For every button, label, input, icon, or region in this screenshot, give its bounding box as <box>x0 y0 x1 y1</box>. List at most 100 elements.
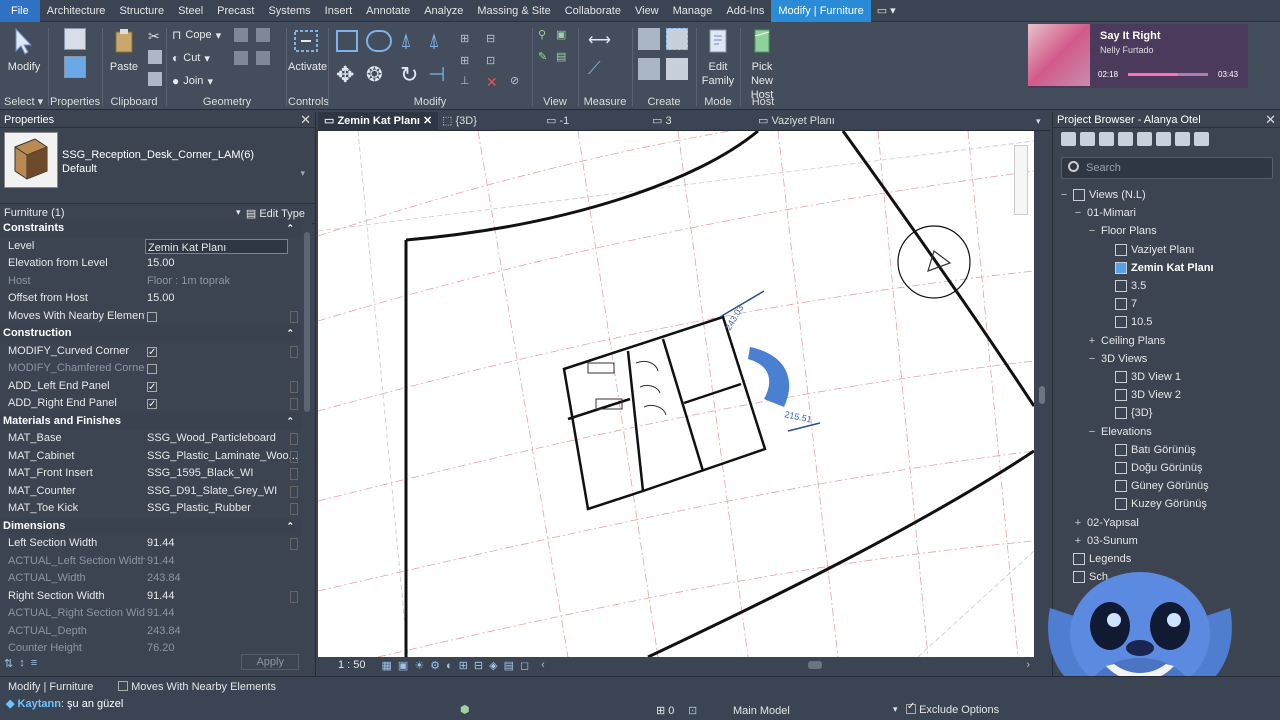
moves-checkbox[interactable] <box>118 681 128 691</box>
unpin-icon[interactable]: ⊘ <box>510 74 528 92</box>
tab-annotate[interactable]: Annotate <box>359 0 417 22</box>
delete-icon[interactable]: ✕ <box>486 74 504 92</box>
tab-vaziyet[interactable]: ▭ Vaziyet Planı <box>758 112 835 131</box>
pick-new-host-button[interactable]: Pick New Host <box>740 26 784 102</box>
property-checkbox[interactable] <box>147 379 157 395</box>
compass-symbol[interactable] <box>897 225 971 299</box>
dimension-label[interactable]: 243.03 <box>723 303 745 332</box>
property-value[interactable]: SSG_D91_Slate_Grey_WI <box>147 485 277 497</box>
expand-icon[interactable]: + <box>1073 514 1083 532</box>
tab-architecture[interactable]: Architecture <box>40 0 113 22</box>
cope-button[interactable]: ⊓ Cope ▾ <box>172 28 221 42</box>
match-properties-icon[interactable] <box>148 72 162 86</box>
collapse-icon[interactable]: ⌃ <box>286 220 294 238</box>
copy-element-icon[interactable]: ❂ <box>366 62 388 86</box>
filter-dropdown-icon[interactable]: ▾ <box>236 207 241 218</box>
property-value[interactable]: 91.44 <box>147 590 175 602</box>
linework-icon[interactable]: ✎ <box>538 50 556 68</box>
cut-scissors-icon[interactable]: ✂ <box>148 28 166 46</box>
browser-search[interactable]: Search <box>1061 157 1273 179</box>
property-checkbox[interactable] <box>147 396 157 413</box>
instance-filter[interactable]: Furniture (1) <box>4 207 65 219</box>
tab-3[interactable]: ▭ 3 <box>652 112 672 131</box>
associate-parameter-button[interactable] <box>290 398 298 410</box>
expand-icon[interactable] <box>1080 132 1095 146</box>
measure-distance-icon[interactable]: ⟷ <box>588 30 618 49</box>
tab-structure[interactable]: Structure <box>112 0 171 22</box>
collapse-icon[interactable]: − <box>1087 423 1097 441</box>
home-icon[interactable] <box>1061 132 1076 146</box>
collapse-icon[interactable]: − <box>1059 186 1069 204</box>
browser-node[interactable]: −01-Mimari <box>1073 204 1136 222</box>
tab-systems[interactable]: Systems <box>261 0 317 22</box>
associate-parameter-button[interactable] <box>290 345 298 358</box>
offset-icon[interactable] <box>366 30 392 52</box>
scroll-right-icon[interactable]: › <box>1026 659 1030 671</box>
properties-scrollbar[interactable] <box>302 220 312 660</box>
move-icon[interactable]: ✥ <box>336 62 358 87</box>
create-assembly-icon[interactable] <box>638 28 660 50</box>
sheet-icon[interactable] <box>1137 132 1152 146</box>
associate-parameter-button[interactable] <box>290 538 298 550</box>
tab-add-ins[interactable]: Add-Ins <box>719 0 771 22</box>
browser-node[interactable]: Vaziyet Planı <box>1101 241 1194 259</box>
curved-corner-selection[interactable] <box>748 347 790 407</box>
rotate-icon[interactable]: ↻ <box>400 62 422 87</box>
type-dropdown-icon[interactable]: ▾ <box>300 168 305 179</box>
tab-collaborate[interactable]: Collaborate <box>558 0 628 22</box>
properties-label[interactable]: Properties <box>50 96 100 108</box>
horizontal-scroll-thumb[interactable] <box>808 661 822 669</box>
modify-button[interactable]: Modify <box>6 26 42 74</box>
associate-parameter-button[interactable] <box>290 485 298 498</box>
associate-parameter-button[interactable] <box>290 590 298 603</box>
tab-minus1[interactable]: ▭ -1 <box>546 112 569 131</box>
associate-parameter-button[interactable] <box>290 450 298 463</box>
associate-parameter-button[interactable] <box>290 468 298 480</box>
browser-node[interactable]: Kuzey Görünüş <box>1101 495 1207 513</box>
property-section-header[interactable]: Dimensions ⌃ <box>0 517 302 536</box>
browser-node[interactable]: −3D Views <box>1087 350 1147 368</box>
sort-icon[interactable]: ⇅ <box>4 657 13 670</box>
type-properties-icon[interactable] <box>64 56 86 78</box>
exclude-options-checkbox[interactable] <box>906 701 916 714</box>
browser-node[interactable]: {3D} <box>1101 404 1152 422</box>
collapse-icon[interactable]: ⌃ <box>286 518 294 536</box>
browser-node[interactable]: − Elevations <box>1087 423 1152 441</box>
property-value[interactable]: SSG_Plastic_Rubber <box>147 502 251 514</box>
property-section-header[interactable]: Construction ⌃ <box>0 325 302 343</box>
paint-icon[interactable] <box>234 51 248 65</box>
cut-button[interactable]: ◐ Cut ▾ <box>172 51 210 65</box>
activate-button[interactable]: Activate <box>288 26 327 74</box>
sort-alpha-icon[interactable]: ↕ <box>19 657 25 670</box>
moves-with-nearby-option[interactable]: Moves With Nearby Elements <box>118 681 276 693</box>
tab-steel[interactable]: Steel <box>171 0 210 22</box>
ribbon-toggle-icon[interactable]: ▭ ▾ <box>871 0 902 22</box>
active-model[interactable]: Main Model <box>733 705 790 717</box>
tab-3d[interactable]: ⬚ {3D} <box>442 112 477 131</box>
model-dropdown-icon[interactable]: ▾ <box>893 704 898 715</box>
associate-parameter-button[interactable] <box>290 503 298 515</box>
wall-joins-icon[interactable] <box>234 28 248 42</box>
property-value[interactable]: SSG_1595_Black_WI <box>147 467 253 479</box>
create-similar-icon[interactable] <box>666 58 688 80</box>
associate-parameter-button[interactable] <box>290 380 298 393</box>
dimension-label[interactable]: 215.51 <box>784 409 813 425</box>
collapse-icon[interactable] <box>1099 132 1114 146</box>
tab-manage[interactable]: Manage <box>666 0 720 22</box>
tab-precast[interactable]: Precast <box>210 0 261 22</box>
collapse-icon[interactable]: − <box>1087 350 1097 368</box>
view-control-icons[interactable]: ▦▣☀⚙◐⊞⊟◈▤◻ <box>382 659 536 672</box>
drawing-canvas[interactable]: 215.51 243.03 <box>318 131 1034 657</box>
browser-node[interactable]: 10.5 <box>1101 313 1152 331</box>
split-gap-icon[interactable]: ⊟ <box>486 32 504 50</box>
scroll-thumb[interactable] <box>1039 386 1045 404</box>
floor-plan-drawing[interactable]: 215.51 243.03 <box>318 131 1034 657</box>
split-icon[interactable]: ⊞ <box>460 32 478 50</box>
pin-icon[interactable]: ⊥ <box>460 74 478 92</box>
property-value[interactable]: SSG_Wood_Particleboard <box>147 432 276 444</box>
edit-family-button[interactable]: Edit Family <box>698 26 738 88</box>
type-selector[interactable]: SSG_Reception_Desk_Corner_LAM(6) Default … <box>0 128 315 204</box>
mirror-axis-icon[interactable]: ⍋ <box>400 30 422 52</box>
property-checkbox[interactable] <box>147 344 157 360</box>
browser-node[interactable]: 3.5 <box>1101 277 1146 295</box>
